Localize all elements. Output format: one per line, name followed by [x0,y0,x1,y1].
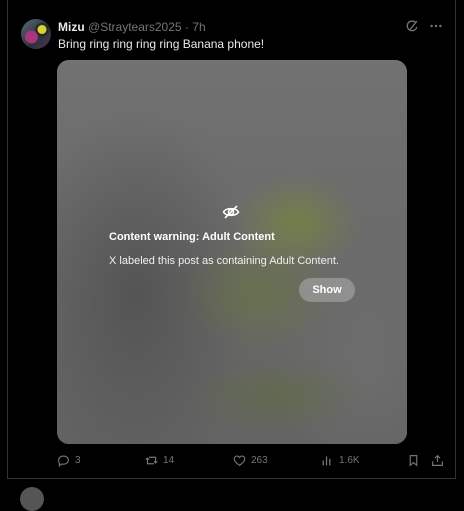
like-count: 263 [251,455,268,466]
reply-count: 3 [75,455,81,466]
warning-title: Content warning: Adult Content [109,231,275,243]
show-button[interactable]: Show [299,278,355,302]
post-header: Mizu @Straytears2025 · 7h [58,20,206,34]
warning-description: X labeled this post as containing Adult … [109,255,339,267]
post-card[interactable]: Mizu @Straytears2025 · 7h Bring ring rin… [7,0,456,479]
post-text: Bring ring ring ring ring Banana phone! [58,37,265,51]
share-icon [431,454,444,467]
more-icon[interactable] [429,19,443,33]
views-icon [321,454,334,467]
reply-icon [57,454,70,467]
repost-count: 14 [163,455,175,466]
author-handle[interactable]: @Straytears2025 [88,20,182,34]
like-icon [233,454,246,467]
reply-button[interactable]: 3 [57,454,81,467]
media-container[interactable]: Content warning: Adult Content X labeled… [57,60,407,444]
post-time[interactable]: 7h [192,20,205,34]
views-count: 1.6K [339,455,360,466]
content-warning-overlay: Content warning: Adult Content X labeled… [57,60,407,444]
grok-icon[interactable] [405,19,419,33]
header-actions [405,19,443,33]
separator: · [184,20,189,34]
like-button[interactable]: 263 [233,454,268,467]
repost-button[interactable]: 14 [145,454,174,467]
author-name[interactable]: Mizu [58,20,85,34]
action-bar: 3 14 263 1.6K [8,454,457,470]
avatar[interactable] [21,19,51,49]
eye-off-icon [222,203,240,221]
views-button[interactable]: 1.6K [321,454,360,467]
repost-icon [145,454,158,467]
bookmark-icon [407,454,420,467]
next-post-avatar[interactable] [20,487,44,511]
share-button[interactable] [431,454,444,467]
bookmark-button[interactable] [407,454,420,467]
